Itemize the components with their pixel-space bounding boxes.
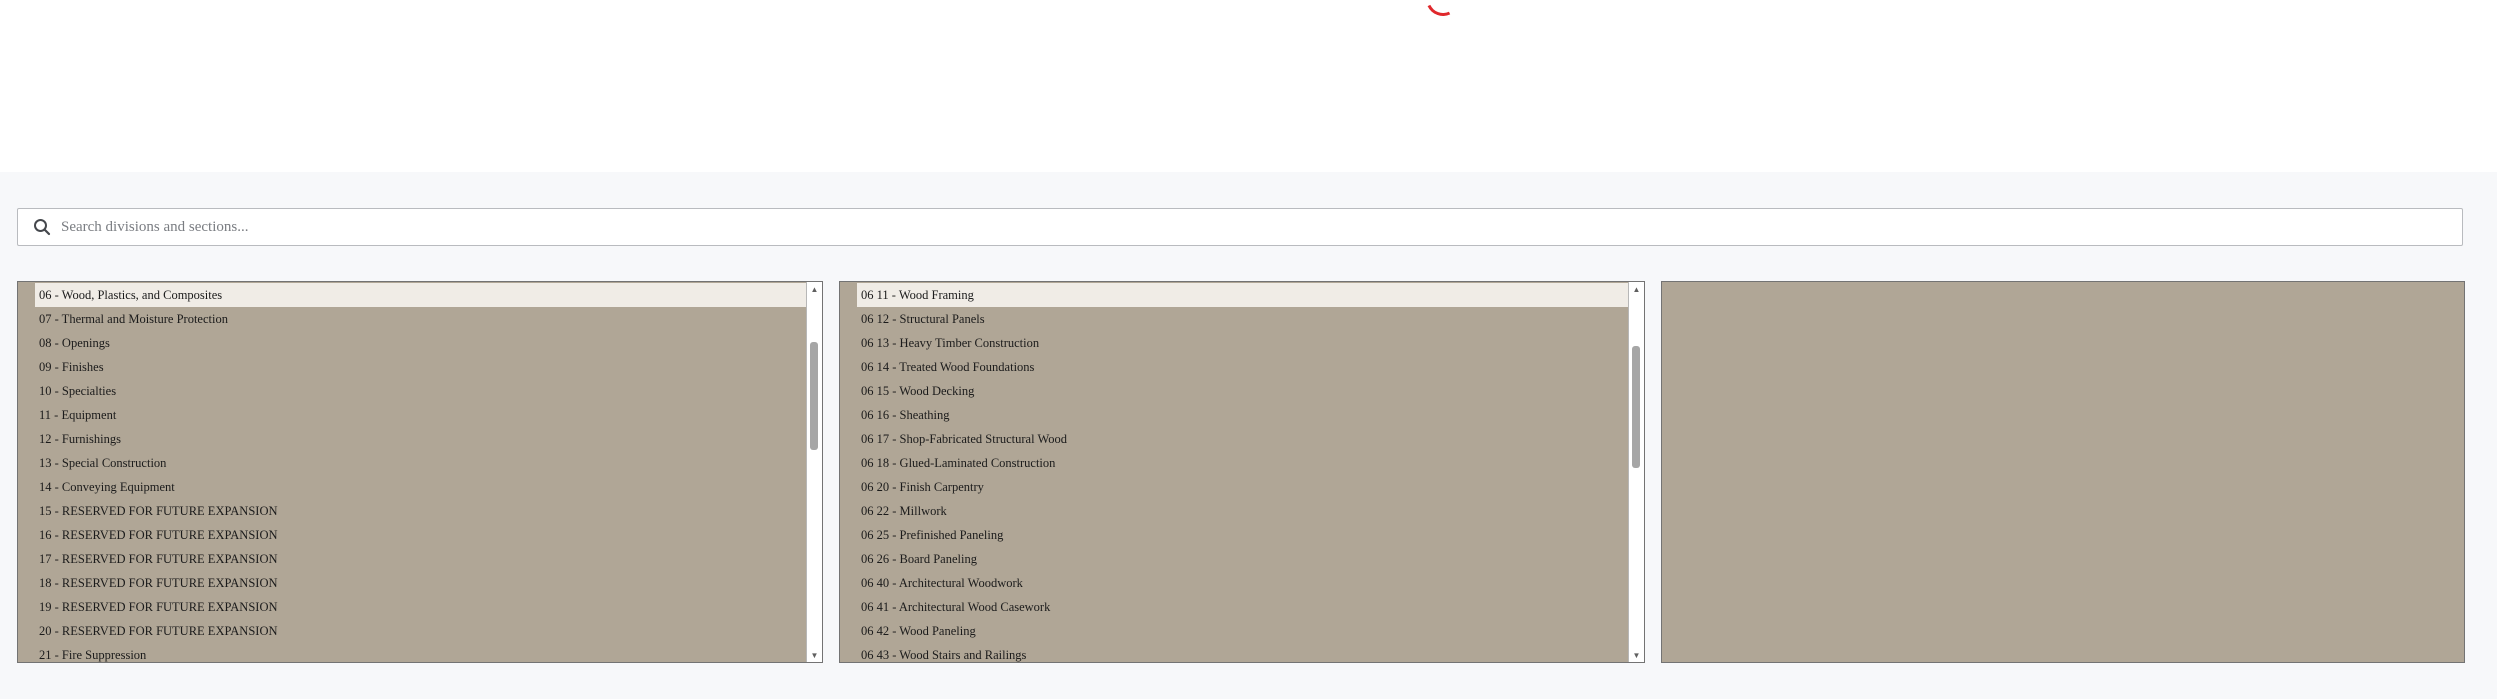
search-input[interactable] [61, 212, 2441, 242]
list-item[interactable]: 06 12 - Structural Panels [857, 307, 1628, 331]
subsections-items [1679, 282, 2448, 662]
divisions-items: 06 - Wood, Plastics, and Composites 07 - … [35, 282, 806, 662]
list-item[interactable]: 06 11 - Wood Framing [857, 283, 1628, 307]
search-icon [32, 217, 52, 237]
scroll-thumb[interactable] [1632, 346, 1640, 468]
divisions-scrollbar[interactable]: ▲ ▼ [806, 282, 822, 662]
search-bar[interactable] [17, 208, 2463, 246]
sections-items: 06 11 - Wood Framing 06 12 - Structural P… [857, 282, 1628, 662]
divisions-list[interactable]: 06 - Wood, Plastics, and Composites 07 - … [17, 281, 823, 663]
list-item[interactable]: 21 - Fire Suppression [35, 643, 806, 662]
list-item[interactable]: 06 16 - Sheathing [857, 403, 1628, 427]
list-item[interactable]: 11 - Equipment [35, 403, 806, 427]
scroll-up-arrow-icon[interactable]: ▲ [807, 282, 822, 296]
list-item[interactable]: 19 - RESERVED FOR FUTURE EXPANSION [35, 595, 806, 619]
list-item[interactable]: 10 - Specialties [35, 379, 806, 403]
list-item[interactable]: 20 - RESERVED FOR FUTURE EXPANSION [35, 619, 806, 643]
list-item[interactable]: 06 - Wood, Plastics, and Composites [35, 283, 806, 307]
sections-scrollbar[interactable]: ▲ ▼ [1628, 282, 1644, 662]
list-item[interactable]: 06 26 - Board Paneling [857, 547, 1628, 571]
scroll-down-arrow-icon[interactable]: ▼ [807, 648, 822, 662]
subsections-list[interactable] [1661, 281, 2465, 663]
list-item[interactable]: 06 14 - Treated Wood Foundations [857, 355, 1628, 379]
list-item[interactable]: 06 13 - Heavy Timber Construction [857, 331, 1628, 355]
list-item[interactable]: 06 18 - Glued-Laminated Construction [857, 451, 1628, 475]
list-item[interactable]: 06 15 - Wood Decking [857, 379, 1628, 403]
top-area [0, 0, 2497, 172]
list-item[interactable]: 17 - RESERVED FOR FUTURE EXPANSION [35, 547, 806, 571]
list-item[interactable]: 06 41 - Architectural Wood Casework [857, 595, 1628, 619]
list-item[interactable]: 06 40 - Architectural Woodwork [857, 571, 1628, 595]
list-item[interactable]: 14 - Conveying Equipment [35, 475, 806, 499]
scroll-down-arrow-icon[interactable]: ▼ [1629, 648, 1644, 662]
scroll-up-arrow-icon[interactable]: ▲ [1629, 282, 1644, 296]
list-item[interactable]: 16 - RESERVED FOR FUTURE EXPANSION [35, 523, 806, 547]
list-item[interactable]: 18 - RESERVED FOR FUTURE EXPANSION [35, 571, 806, 595]
list-item[interactable]: 09 - Finishes [35, 355, 806, 379]
list-item[interactable]: 07 - Thermal and Moisture Protection [35, 307, 806, 331]
list-item[interactable]: 13 - Special Construction [35, 451, 806, 475]
list-item[interactable]: 06 42 - Wood Paneling [857, 619, 1628, 643]
scroll-thumb[interactable] [810, 342, 818, 450]
list-item[interactable]: 08 - Openings [35, 331, 806, 355]
list-item[interactable]: 06 43 - Wood Stairs and Railings [857, 643, 1628, 662]
list-item[interactable]: 12 - Furnishings [35, 427, 806, 451]
list-item[interactable]: 06 17 - Shop-Fabricated Structural Wood [857, 427, 1628, 451]
list-item[interactable]: 15 - RESERVED FOR FUTURE EXPANSION [35, 499, 806, 523]
sections-list[interactable]: 06 11 - Wood Framing 06 12 - Structural P… [839, 281, 1645, 663]
loading-spinner-icon [1421, 0, 1465, 21]
list-item[interactable]: 06 20 - Finish Carpentry [857, 475, 1628, 499]
list-item[interactable]: 06 22 - Millwork [857, 499, 1628, 523]
list-item[interactable]: 06 25 - Prefinished Paneling [857, 523, 1628, 547]
